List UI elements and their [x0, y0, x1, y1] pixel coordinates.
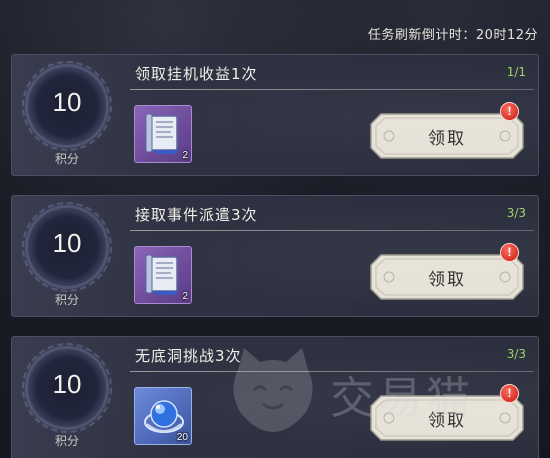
task-progress: 3/3	[506, 347, 526, 361]
reward-count: 2	[182, 291, 188, 302]
score-label: 积分	[54, 152, 79, 166]
reward-count: 2	[182, 150, 188, 161]
score-panel: 10 积分	[12, 196, 122, 316]
reward-item[interactable]: 2	[134, 246, 192, 304]
claim-label: 领取	[428, 411, 466, 431]
divider	[130, 371, 534, 372]
score-value: 10	[52, 228, 82, 258]
task-progress: 3/3	[506, 206, 526, 220]
scroll-book-icon	[145, 113, 179, 154]
reward-item[interactable]: 20	[134, 387, 192, 445]
task-title: 接取事件派遣3次	[135, 206, 258, 224]
task-title: 领取挂机收益1次	[135, 65, 258, 83]
divider	[130, 230, 534, 231]
divider	[130, 89, 534, 90]
score-label: 积分	[54, 434, 79, 448]
task-progress: 1/1	[506, 65, 526, 79]
refresh-countdown: 任务刷新倒计时：20时12分	[367, 28, 538, 43]
task-title: 无底洞挑战3次	[135, 347, 242, 365]
reward-count: 20	[176, 432, 188, 443]
scroll-book-icon	[145, 254, 179, 295]
task-card: 10 积分 领取挂机收益1次 1/1 2 领取 !	[11, 54, 539, 176]
task-card: 10 积分 接取事件派遣3次 3/3 2 领取 !	[11, 195, 539, 317]
score-value: 10	[52, 369, 82, 399]
task-card: 10 积分 无底洞挑战3次 3/3 20 领取 !	[11, 336, 539, 458]
score-panel: 10 积分	[12, 55, 122, 175]
alert-badge: !	[500, 384, 519, 403]
score-value: 10	[52, 87, 82, 117]
alert-badge: !	[500, 243, 519, 262]
alert-badge: !	[500, 102, 519, 121]
reward-item[interactable]: 2	[134, 105, 192, 163]
claim-label: 领取	[428, 129, 466, 149]
score-panel: 10 积分	[12, 337, 122, 457]
claim-label: 领取	[428, 270, 466, 290]
score-label: 积分	[54, 293, 79, 307]
